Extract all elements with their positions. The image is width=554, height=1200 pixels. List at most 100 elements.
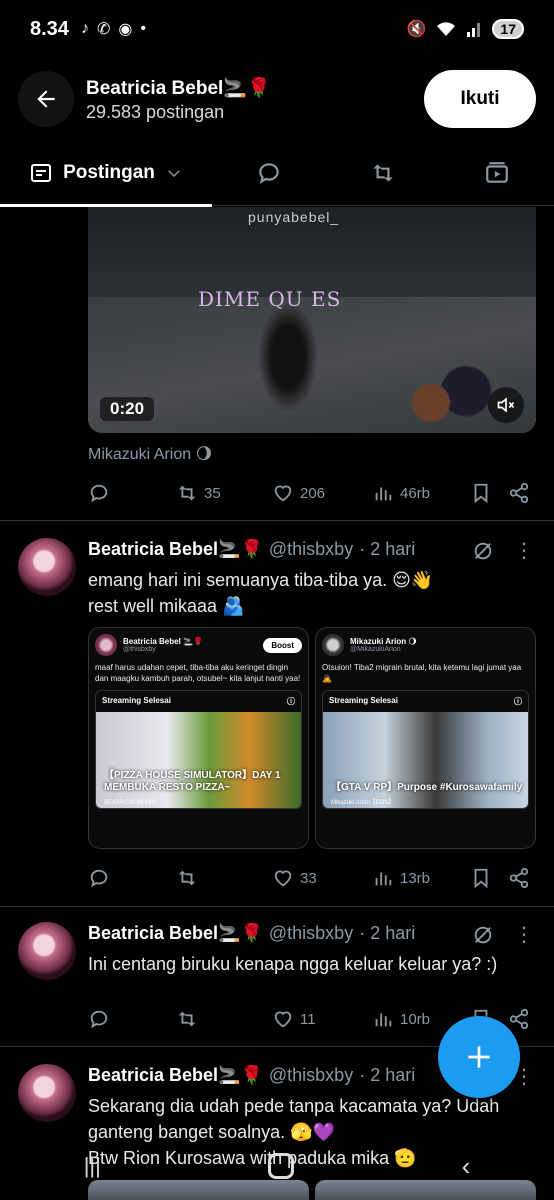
heart-icon xyxy=(274,485,292,502)
repost-icon xyxy=(178,870,196,886)
card-author-name: Beatricia Bebel 🚬🌹 xyxy=(123,637,203,646)
compose-post-button[interactable] xyxy=(438,1016,520,1098)
tweet-actions: 33 13rb xyxy=(88,863,538,893)
card-author-handle: @MikazukiArion xyxy=(350,646,401,653)
avatar[interactable] xyxy=(18,538,76,596)
tweet-header: Beatricia Bebel🚬🌹 @thisbxby · 2 hari xyxy=(88,923,415,944)
heart-icon xyxy=(274,1011,292,1028)
repost-icon xyxy=(178,485,196,501)
tweet-time: · 2 hari xyxy=(359,539,416,559)
speaker-mute-icon xyxy=(497,397,515,413)
tab-reposts[interactable] xyxy=(326,140,440,206)
video-player[interactable]: punyabebel_ DIME QU ES 0:20 xyxy=(88,207,536,433)
tweet-text-line: emang hari ini semuanya tiba-tiba ya. 😌👋 xyxy=(88,570,434,590)
boost-button: Boost xyxy=(263,637,302,653)
tab-posts[interactable]: Postingan xyxy=(0,140,212,207)
back-button[interactable] xyxy=(18,71,74,127)
bookmark-button[interactable] xyxy=(470,482,508,504)
embedded-post-card[interactable]: Beatricia Bebel 🚬🌹 @thisbxby Boost maaf … xyxy=(88,627,309,849)
plus-icon xyxy=(468,1046,490,1068)
views-count: 13rb xyxy=(400,869,431,887)
views-icon xyxy=(375,487,392,501)
info-icon: ⓘ xyxy=(287,697,295,706)
tweet-text: Ini centang biruku kenapa ngga keluar ke… xyxy=(88,951,538,977)
reply-button[interactable] xyxy=(88,867,176,889)
card-text: maaf harus udahan cepet, tiba-tiba aku k… xyxy=(95,663,301,683)
wifi-icon xyxy=(437,22,456,36)
share-icon xyxy=(509,867,529,889)
vtuber-characters xyxy=(396,357,496,433)
arrow-left-icon xyxy=(37,90,55,108)
like-button[interactable]: 33 xyxy=(272,867,372,889)
like-button[interactable]: 11 xyxy=(272,1008,372,1030)
back-nav-icon[interactable]: ‹ xyxy=(462,1151,471,1182)
tweet-time: · 2 hari xyxy=(359,1065,416,1085)
avatar xyxy=(322,634,344,656)
tweet-text: emang hari ini semuanya tiba-tiba ya. 😌👋… xyxy=(88,567,538,619)
grok-icon[interactable] xyxy=(472,540,494,562)
posts-icon xyxy=(31,163,52,182)
stream-status: Streaming Selesai xyxy=(329,696,398,705)
reply-icon xyxy=(90,484,108,503)
motorbike-figure xyxy=(258,302,318,412)
post-count: 29.583 postingan xyxy=(86,101,225,122)
more-options-icon[interactable]: ⋮ xyxy=(514,922,534,947)
bookmark-button[interactable] xyxy=(470,867,508,889)
recent-apps-icon[interactable]: ||| xyxy=(84,1153,101,1179)
home-icon[interactable] xyxy=(268,1153,295,1179)
avatar[interactable] xyxy=(18,922,76,980)
stream-status: Streaming Selesai xyxy=(102,696,171,705)
reply-icon xyxy=(259,162,279,184)
tweet-author-name[interactable]: Beatricia Bebel🚬🌹 xyxy=(88,923,263,944)
like-count: 33 xyxy=(300,869,317,887)
dot-icon: • xyxy=(140,20,146,37)
reply-icon xyxy=(90,869,108,888)
follow-button[interactable]: Ikuti xyxy=(424,70,536,128)
video-tweet-actions: 35 206 46rb xyxy=(88,478,538,508)
repost-button[interactable] xyxy=(176,867,272,889)
mute-button[interactable] xyxy=(488,387,524,423)
tiktok-icon: ♪ xyxy=(80,20,89,37)
avatar xyxy=(95,634,117,656)
notification-icons: ♪ ✆ ◉ • xyxy=(81,19,146,39)
avatar[interactable] xyxy=(18,1064,76,1122)
chevron-down-icon xyxy=(168,169,180,177)
repost-icon xyxy=(178,1011,196,1027)
stream-channel: BEATRICIA BEBEL xyxy=(104,800,156,806)
repost-button[interactable]: 35 xyxy=(176,482,272,504)
reply-button[interactable] xyxy=(88,1008,176,1030)
stream-preview: Streaming Selesai ⓘ 【PIZZA HOUSE SIMULAT… xyxy=(95,690,302,809)
share-button[interactable] xyxy=(508,1008,530,1030)
repost-button[interactable] xyxy=(176,1008,272,1030)
grok-icon[interactable] xyxy=(472,924,494,946)
signal-icon xyxy=(467,23,481,37)
like-count: 11 xyxy=(300,1010,316,1028)
stream-thumbnail: 【PIZZA HOUSE SIMULATOR】DAY 1 MEMBUKA RES… xyxy=(96,712,301,808)
stream-title: 【PIZZA HOUSE SIMULATOR】DAY 1 MEMBUKA RES… xyxy=(104,770,281,793)
embedded-post-card[interactable]: Mikazuki Arion 🌖 @MikazukiArion Otsuion!… xyxy=(315,627,536,849)
stream-thumbnail: 【GTA V RP】Purpose #Kurosawafamily Mikazu… xyxy=(323,712,528,808)
video-caption: Mikazuki Arion 🌖 xyxy=(88,446,213,463)
tweet-author-name[interactable]: Beatricia Bebel🚬🌹 xyxy=(88,539,263,560)
tweet-media-grid: Beatricia Bebel 🚬🌹 @thisbxby Boost maaf … xyxy=(88,627,536,849)
like-button[interactable]: 206 xyxy=(272,482,372,504)
tweet-author-name[interactable]: Beatricia Bebel🚬🌹 xyxy=(88,1065,263,1086)
system-nav-bar: ||| ‹ xyxy=(0,1146,554,1186)
views-icon xyxy=(375,1013,392,1027)
stream-preview: Streaming Selesai ⓘ 【GTA V RP】Purpose #K… xyxy=(322,690,529,809)
tweet-text-line: rest well mikaaa 🫂 xyxy=(88,596,245,616)
reply-button[interactable] xyxy=(88,482,176,504)
video-watermark: punyabebel_ xyxy=(248,209,340,225)
mute-icon: 🔇 xyxy=(406,21,427,38)
views-button[interactable]: 46rb xyxy=(372,482,470,504)
share-button[interactable] xyxy=(508,867,530,889)
share-button[interactable] xyxy=(508,482,530,504)
views-button[interactable]: 13rb xyxy=(372,867,470,889)
bookmark-icon xyxy=(474,483,488,504)
tab-replies[interactable] xyxy=(212,140,326,206)
more-options-icon[interactable]: ⋮ xyxy=(514,538,534,563)
tweet-author-handle: @thisbxby xyxy=(268,1065,354,1085)
whatsapp-icon: ✆ xyxy=(96,21,111,38)
tab-media[interactable] xyxy=(440,140,554,206)
views-count: 10rb xyxy=(400,1010,431,1028)
